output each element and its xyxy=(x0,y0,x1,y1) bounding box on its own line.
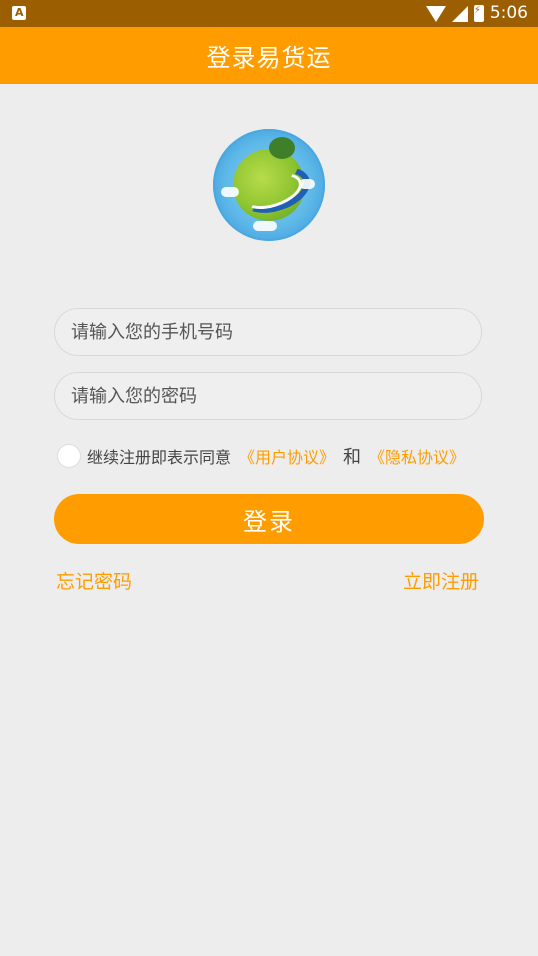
agree-checkbox[interactable] xyxy=(57,444,81,468)
status-time: 5:06 xyxy=(489,3,528,23)
battery-icon xyxy=(473,5,484,22)
register-link[interactable]: 立即注册 xyxy=(403,567,479,594)
title-bar: 登录易货运 xyxy=(0,27,538,84)
agreement-row: 继续注册即表示同意 《用户协议》 和 《隐私协议》 xyxy=(57,444,465,468)
wifi-icon xyxy=(425,5,446,22)
status-icons: 5:06 xyxy=(425,3,528,24)
logo-cloud xyxy=(221,187,239,197)
login-button[interactable]: 登录 xyxy=(54,494,484,544)
page-title: 登录易货运 xyxy=(206,44,332,72)
logo-cloud xyxy=(253,221,277,231)
signal-icon xyxy=(451,5,468,22)
app-logo xyxy=(213,129,325,241)
agree-text: 继续注册即表示同意 xyxy=(87,448,232,467)
phone-field xyxy=(54,308,482,356)
notification-icon xyxy=(12,6,26,20)
status-bar: 5:06 xyxy=(0,0,538,27)
forgot-password-link[interactable]: 忘记密码 xyxy=(56,567,132,594)
and-text: 和 xyxy=(343,447,362,468)
user-agreement-link[interactable]: 《用户协议》 xyxy=(239,444,335,468)
privacy-agreement-link[interactable]: 《隐私协议》 xyxy=(369,444,465,468)
password-input[interactable] xyxy=(55,373,481,419)
phone-input[interactable] xyxy=(55,309,481,355)
password-field xyxy=(54,372,482,420)
logo-cloud xyxy=(299,179,315,189)
logo-tree xyxy=(269,137,295,159)
